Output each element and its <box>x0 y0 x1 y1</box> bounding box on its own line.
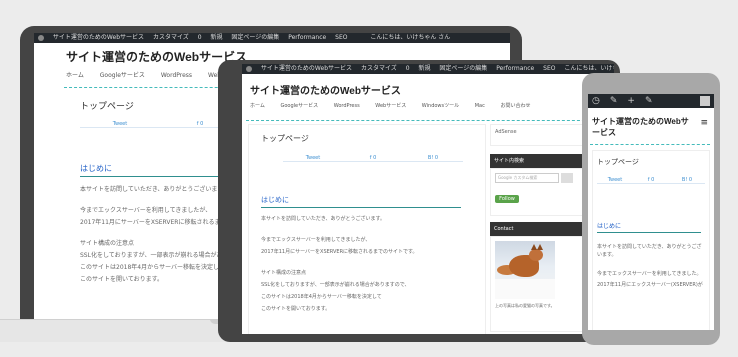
paragraph: 今までエックスサーバーを利用してきました。 <box>597 271 702 277</box>
tablet-screen: サイト運営のためのWebサービス カスタマイズ 0 新規 固定ページの編集 Pe… <box>242 64 614 334</box>
paragraph: このサイトは2018年4月からサーバー移転を決定して <box>261 294 382 300</box>
share-tweet[interactable]: Tweet <box>283 155 343 162</box>
paragraph: 2017年11月にエックスサーバー(XSERVER)が <box>597 282 703 288</box>
phone-card: トップページ Tweet f 0 B! 0 はじめに 本サイトを訪問していただき… <box>592 150 710 330</box>
paragraph: SSL化をしておりますが、一部表示が崩れる場合がありますので、 <box>261 282 410 288</box>
wpbar-performance[interactable]: Performance <box>496 65 534 72</box>
share-hatena[interactable]: B! 0 <box>669 177 705 184</box>
main-nav: ホーム Googleサービス WordPress Webサービス Windows… <box>250 102 610 109</box>
follow-button[interactable]: Follow <box>495 195 519 203</box>
wpbar-site[interactable]: サイト運営のためのWebサービス <box>261 65 352 72</box>
paragraph: 本サイトを訪問していただき、ありがとうございます。 <box>597 244 702 258</box>
wpbar-seo[interactable]: SEO <box>335 34 347 41</box>
wpbar-new[interactable]: 新規 <box>210 34 222 41</box>
edit-icon[interactable]: ✎ <box>645 96 653 106</box>
search-button[interactable] <box>561 173 573 183</box>
phone-screen: ◷ ✎ + ✎ サイト運営のためのWebサービス ≡ トップページ Tweet … <box>588 94 714 330</box>
content-body: 本サイトを訪問していただき、ありがとうございます。 今までエックスサーバーを利用… <box>597 243 703 292</box>
nav-wordpress[interactable]: WordPress <box>334 103 360 109</box>
menu-icon[interactable]: ≡ <box>700 118 708 128</box>
add-icon[interactable]: + <box>627 96 635 106</box>
wpbar-greeting[interactable]: こんにちは、いけちゃん さん <box>564 65 614 72</box>
section-title: トップページ <box>597 159 639 166</box>
share-facebook[interactable]: f 0 <box>343 155 403 162</box>
nav-google[interactable]: Googleサービス <box>100 72 145 79</box>
nav-home[interactable]: ホーム <box>66 72 84 79</box>
share-tweet[interactable]: Tweet <box>597 177 633 184</box>
paragraph: 今までエックスサーバーを利用してきましたが、 <box>261 237 371 243</box>
wpbar-edit[interactable]: 固定ページの編集 <box>439 65 487 72</box>
fox-photo <box>495 241 555 299</box>
search-input[interactable]: Google カスタム検索 <box>495 173 559 183</box>
site-title[interactable]: サイト運営のためのWebサービス <box>592 116 696 138</box>
content-heading: はじめに <box>80 163 230 177</box>
share-hatena[interactable]: B! 0 <box>403 155 463 162</box>
paragraph: 本サイトを訪問していただき、ありがとうございます。 <box>261 216 386 222</box>
content-body: 本サイトを訪問していただき、ありがとうございます。 今までエックスサーバーを利用… <box>261 215 481 317</box>
adsense-label: AdSense <box>495 129 517 135</box>
section-title: トップページ <box>261 134 309 143</box>
dashboard-icon[interactable]: ◷ <box>592 96 600 106</box>
wpbar-customize[interactable]: カスタマイズ <box>361 65 397 72</box>
header-divider <box>590 144 710 145</box>
nav-contact[interactable]: お問い合わせ <box>500 103 530 109</box>
paragraph: サイト構成の注意点 <box>261 270 307 276</box>
site-title[interactable]: サイト運営のためのWebサービス <box>250 82 401 97</box>
wpbar-comments[interactable]: 0 <box>406 65 410 72</box>
wpbar-site[interactable]: サイト運営のためのWebサービス <box>53 34 144 41</box>
section-title: トップページ <box>80 101 134 111</box>
share-buttons: Tweet f 0 <box>80 121 240 128</box>
wpbar-seo[interactable]: SEO <box>543 65 555 72</box>
share-facebook[interactable]: f 0 <box>633 177 669 184</box>
account-icon[interactable] <box>700 96 710 106</box>
paragraph: このサイトを開いております。 <box>261 306 331 312</box>
wpbar-edit[interactable]: 固定ページの編集 <box>231 34 279 41</box>
share-tweet[interactable]: Tweet <box>80 121 160 128</box>
wpbar-customize[interactable]: カスタマイズ <box>153 34 189 41</box>
wpbar-greeting[interactable]: こんにちは、いけちゃん さん <box>370 34 450 41</box>
nav-google[interactable]: Googleサービス <box>280 103 318 109</box>
nav-web[interactable]: Webサービス <box>375 103 406 109</box>
wpbar-new[interactable]: 新規 <box>418 65 430 72</box>
customize-icon[interactable]: ✎ <box>610 96 618 106</box>
wordpress-icon[interactable] <box>38 34 44 41</box>
site-title[interactable]: サイト運営のためのWebサービス <box>66 48 247 65</box>
phone-toolbar: ◷ ✎ + ✎ <box>588 94 714 108</box>
share-buttons: Tweet f 0 B! 0 <box>283 155 473 162</box>
wpbar-performance[interactable]: Performance <box>288 34 326 41</box>
content-heading: はじめに <box>261 195 461 208</box>
nav-mac[interactable]: Mac <box>475 103 485 109</box>
wp-admin-bar: サイト運営のためのWebサービス カスタマイズ 0 新規 固定ページの編集 Pe… <box>34 33 510 43</box>
wp-admin-bar: サイト運営のためのWebサービス カスタマイズ 0 新規 固定ページの編集 Pe… <box>242 64 614 74</box>
nav-windows[interactable]: Windowsツール <box>422 103 459 109</box>
paragraph: 2017年11月にサーバーをXSERVERに移転されるまでのサイトです。 <box>261 249 418 255</box>
nav-home[interactable]: ホーム <box>250 103 265 109</box>
header-divider <box>246 120 610 121</box>
share-buttons: Tweet f 0 B! 0 <box>597 177 705 184</box>
main-content: トップページ Tweet f 0 B! 0 はじめに 本サイトを訪問していただき… <box>248 124 486 334</box>
content-heading: はじめに <box>597 221 701 233</box>
wpbar-comments[interactable]: 0 <box>198 34 202 41</box>
nav-wordpress[interactable]: WordPress <box>161 72 192 79</box>
wordpress-icon[interactable] <box>246 65 252 72</box>
